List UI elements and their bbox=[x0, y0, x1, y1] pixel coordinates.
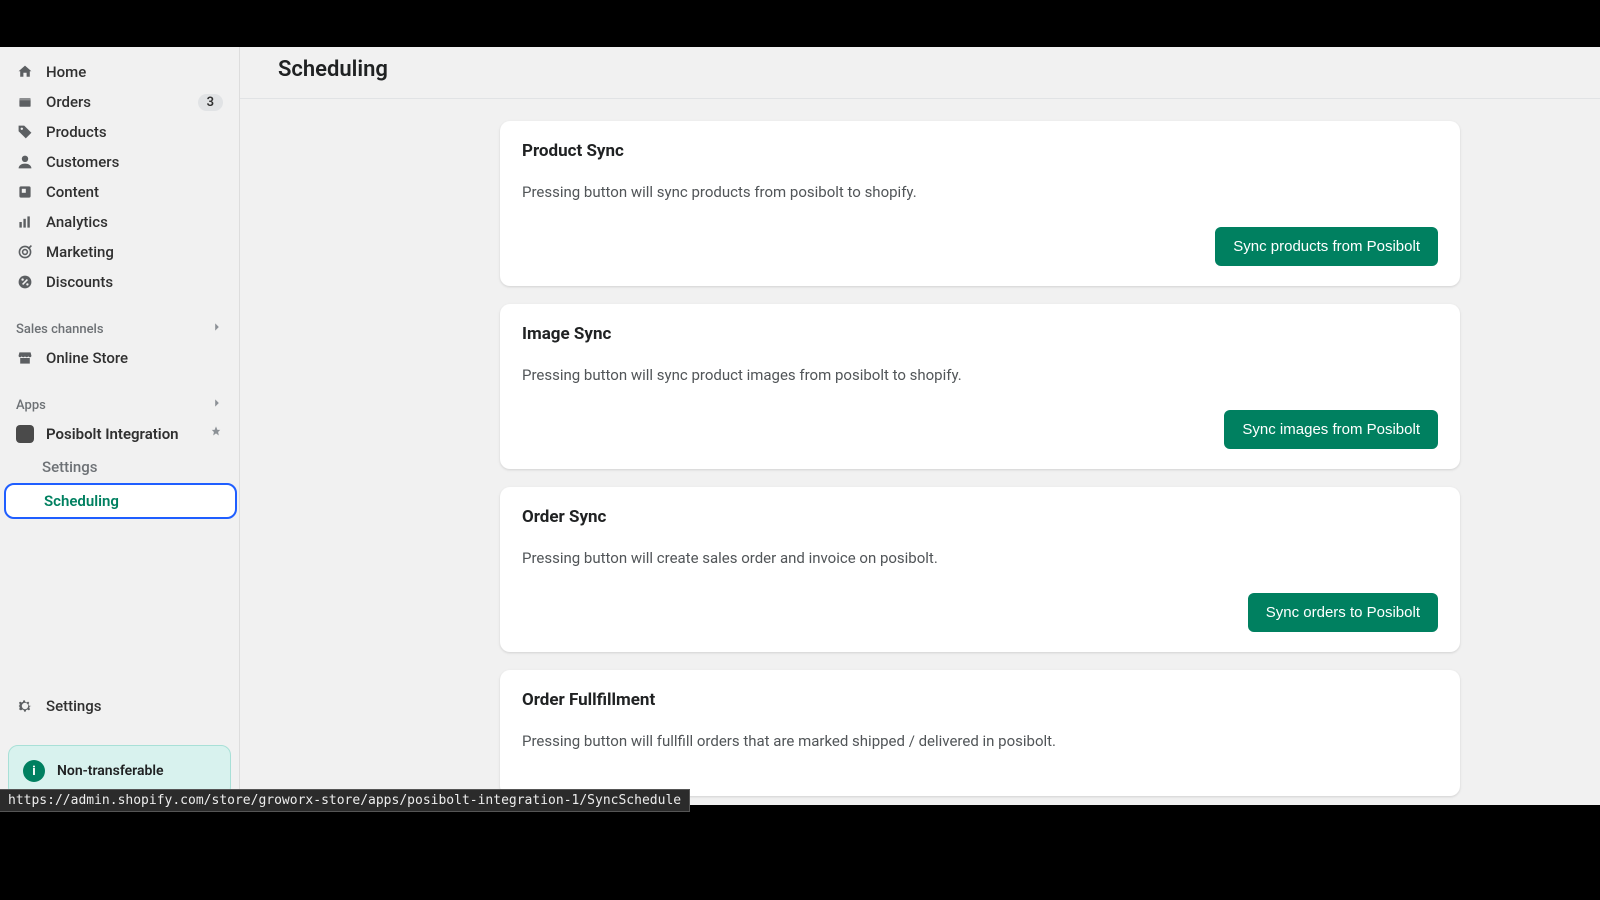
section-sales-channels[interactable]: Sales channels bbox=[0, 315, 239, 343]
nav-label: Content bbox=[46, 183, 223, 201]
nav-label: Home bbox=[46, 63, 223, 81]
apps-list: Posibolt Integration bbox=[0, 419, 239, 449]
sync-images-button[interactable]: Sync images from Posibolt bbox=[1224, 410, 1438, 449]
analytics-icon bbox=[16, 213, 34, 231]
card-title: Product Sync bbox=[522, 141, 1438, 161]
sync-products-button[interactable]: Sync products from Posibolt bbox=[1215, 227, 1438, 266]
nav-label: Products bbox=[46, 123, 223, 141]
nav-orders[interactable]: Orders 3 bbox=[6, 87, 233, 117]
subnav-settings[interactable]: Settings bbox=[28, 451, 239, 483]
sync-orders-button[interactable]: Sync orders to Posibolt bbox=[1248, 593, 1438, 632]
products-icon bbox=[16, 123, 34, 141]
section-label: Sales channels bbox=[16, 322, 104, 337]
nav-discounts[interactable]: Discounts bbox=[6, 267, 233, 297]
card-title: Order Fullfillment bbox=[522, 690, 1438, 710]
nav-settings[interactable]: Settings bbox=[6, 689, 233, 723]
primary-nav: Home Orders 3 Products Customers bbox=[0, 57, 239, 297]
page-body: Product Sync Pressing button will sync p… bbox=[240, 99, 1600, 805]
sales-channels-list: Online Store bbox=[0, 343, 239, 373]
sidebar: Home Orders 3 Products Customers bbox=[0, 47, 240, 805]
card-desc: Pressing button will create sales order … bbox=[522, 549, 1438, 567]
card-image-sync: Image Sync Pressing button will sync pro… bbox=[500, 304, 1460, 469]
main-content: Scheduling Product Sync Pressing button … bbox=[240, 47, 1600, 805]
orders-badge: 3 bbox=[198, 94, 223, 111]
settings-label: Settings bbox=[46, 697, 102, 715]
status-url-bar: https://admin.shopify.com/store/groworx-… bbox=[0, 789, 690, 812]
chevron-right-icon bbox=[211, 321, 223, 337]
nav-label: Customers bbox=[46, 153, 223, 171]
nav-label: Online Store bbox=[46, 349, 223, 367]
card-desc: Pressing button will sync product images… bbox=[522, 366, 1438, 384]
store-icon bbox=[16, 349, 34, 367]
app-subnav: Settings Scheduling bbox=[0, 451, 239, 519]
home-icon bbox=[16, 63, 34, 81]
info-text: Non-transferable bbox=[57, 763, 164, 779]
content-icon bbox=[16, 183, 34, 201]
customers-icon bbox=[16, 153, 34, 171]
discounts-icon bbox=[16, 273, 34, 291]
nav-home[interactable]: Home bbox=[6, 57, 233, 87]
nav-marketing[interactable]: Marketing bbox=[6, 237, 233, 267]
nav-analytics[interactable]: Analytics bbox=[6, 207, 233, 237]
nav-label: Discounts bbox=[46, 273, 223, 291]
app-label: Posibolt Integration bbox=[46, 425, 179, 443]
nav-label: Marketing bbox=[46, 243, 223, 261]
subnav-scheduling[interactable]: Scheduling bbox=[4, 483, 237, 519]
nav-content[interactable]: Content bbox=[6, 177, 233, 207]
chevron-right-icon bbox=[211, 397, 223, 413]
card-order-sync: Order Sync Pressing button will create s… bbox=[500, 487, 1460, 652]
app-icon bbox=[16, 425, 34, 443]
sidebar-footer: Settings i Non-transferable bbox=[0, 689, 239, 805]
card-desc: Pressing button will fullfill orders tha… bbox=[522, 732, 1438, 750]
info-icon: i bbox=[23, 760, 45, 782]
section-label: Apps bbox=[16, 398, 46, 413]
nav-label: Orders bbox=[46, 93, 186, 111]
card-product-sync: Product Sync Pressing button will sync p… bbox=[500, 121, 1460, 286]
gear-icon bbox=[16, 697, 34, 715]
card-order-fulfillment: Order Fullfillment Pressing button will … bbox=[500, 670, 1460, 796]
orders-icon bbox=[16, 93, 34, 111]
card-desc: Pressing button will sync products from … bbox=[522, 183, 1438, 201]
nav-online-store[interactable]: Online Store bbox=[6, 343, 233, 373]
section-apps[interactable]: Apps bbox=[0, 391, 239, 419]
nav-products[interactable]: Products bbox=[6, 117, 233, 147]
page-title: Scheduling bbox=[278, 57, 1562, 82]
page-header: Scheduling bbox=[240, 47, 1600, 99]
app-posibolt-integration[interactable]: Posibolt Integration bbox=[6, 419, 233, 449]
nav-customers[interactable]: Customers bbox=[6, 147, 233, 177]
pin-icon[interactable] bbox=[209, 425, 223, 443]
marketing-icon bbox=[16, 243, 34, 261]
card-title: Image Sync bbox=[522, 324, 1438, 344]
card-title: Order Sync bbox=[522, 507, 1438, 527]
nav-label: Analytics bbox=[46, 213, 223, 231]
